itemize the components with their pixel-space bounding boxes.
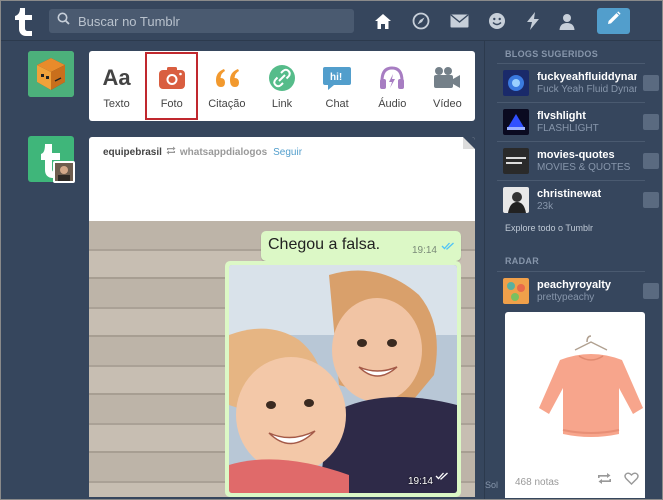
photo-read-ticks-icon: [435, 467, 449, 485]
follow-blog-button[interactable]: [643, 283, 659, 299]
tumblr-logo[interactable]: [11, 5, 37, 37]
blog-avatar: [503, 278, 529, 304]
blog-name: movies-quotes: [537, 149, 615, 161]
right-sidebar: BLOGS SUGERIDOS fuckyeahfluiddynamics Fu…: [497, 41, 663, 500]
blog-name: christinewat: [537, 188, 602, 200]
top-header: [1, 1, 661, 41]
home-icon[interactable]: [373, 11, 393, 31]
photo-message-bubble: 19:14: [225, 261, 461, 497]
link-icon: [267, 63, 297, 93]
children-photo: 19:14: [229, 265, 457, 493]
blog-avatar: [503, 187, 529, 213]
heart-icon[interactable]: [624, 472, 639, 490]
reblog-icon: [166, 146, 176, 158]
blog-avatar[interactable]: [28, 136, 75, 183]
blog-name: peachyroyalty: [537, 279, 611, 291]
user-avatar[interactable]: [28, 51, 74, 97]
mail-icon[interactable]: [449, 11, 469, 31]
reblog-source[interactable]: whatsappdialogos: [180, 147, 267, 158]
blog-subtitle: Fuck Yeah Fluid Dynamics: [537, 84, 637, 95]
compose-button[interactable]: [597, 8, 630, 34]
search-icon: [57, 12, 70, 30]
blog-name: fuckyeahfluiddynamics: [537, 71, 637, 83]
suggested-blogs-title: BLOGS SUGERIDOS: [505, 49, 599, 59]
sidebar-divider: [497, 180, 645, 181]
post-type-label: Chat: [325, 98, 349, 110]
blog-subtitle: prettypeachy: [537, 292, 595, 303]
svg-text:hi!: hi!: [330, 72, 342, 83]
blog-avatar: [503, 148, 529, 174]
post-type-link[interactable]: Link: [254, 51, 309, 121]
video-icon: [432, 63, 462, 93]
post-type-label: Texto: [103, 98, 130, 110]
post-type-label: Citação: [208, 98, 246, 110]
sweater-image: [539, 335, 643, 437]
suggested-blog-item[interactable]: fuckyeahfluiddynamics Fuck Yeah Fluid Dy…: [503, 67, 659, 99]
post-type-audio[interactable]: Áudio: [365, 51, 420, 121]
blog-avatar: [503, 109, 529, 135]
post-type-label: Vídeo: [433, 98, 462, 110]
photo-message-time: 19:14: [407, 476, 433, 487]
post-photo[interactable]: Chegou a falsa. 19:14 19:14: [89, 221, 475, 497]
blog-subtitle: FLASHLIGHT: [537, 123, 599, 134]
message-time: 19:14: [411, 245, 437, 256]
post-type-label: Link: [271, 98, 293, 110]
sidebar-divider: [497, 271, 645, 272]
follow-blog-button[interactable]: [643, 153, 659, 169]
sidebar-divider: [497, 102, 645, 103]
post-type-photo[interactable]: Foto: [144, 51, 199, 121]
post-header: equipebrasil whatsappdialogos Seguir: [103, 146, 302, 158]
blog-name: flvshlight: [537, 110, 586, 122]
follow-blog-button[interactable]: [643, 192, 659, 208]
suggested-blog-item[interactable]: movies-quotes MOVIES & QUOTES: [503, 145, 659, 177]
activity-icon[interactable]: [523, 11, 543, 31]
photo-icon: [157, 63, 187, 93]
sidebar-divider: [497, 141, 645, 142]
pencil-icon: [606, 11, 621, 31]
post-type-text[interactable]: Aa Texto: [89, 51, 144, 121]
search-bar[interactable]: [49, 9, 354, 33]
audio-icon: [377, 63, 407, 93]
notes-count: 468 notas: [515, 477, 559, 488]
emoji-icon[interactable]: [487, 11, 507, 31]
explore-link[interactable]: Explore todo o Tumblr: [505, 223, 593, 233]
post-type-bar: Aa Texto Foto Citação Link hi! Chat Áudi…: [89, 51, 475, 121]
radar-post-card[interactable]: 468 notas: [505, 312, 645, 498]
quote-icon: [212, 63, 242, 93]
sidebar-divider: [497, 63, 645, 64]
content-scroll-divider: [484, 41, 485, 500]
post-type-quote[interactable]: Citação: [199, 51, 254, 121]
explore-icon[interactable]: [411, 11, 431, 31]
suggested-blog-item[interactable]: flvshlight FLASHLIGHT: [503, 106, 659, 138]
post-card: equipebrasil whatsappdialogos Seguir Che…: [89, 137, 475, 497]
blog-avatar: [503, 70, 529, 96]
follow-blog-button[interactable]: [643, 114, 659, 130]
radar-title: RADAR: [505, 256, 539, 266]
post-author[interactable]: equipebrasil: [103, 147, 162, 158]
follow-blog-button[interactable]: [643, 75, 659, 91]
read-ticks-icon: [441, 237, 455, 255]
post-type-video[interactable]: Vídeo: [420, 51, 475, 121]
chat-icon: hi!: [322, 63, 352, 93]
post-type-chat[interactable]: hi! Chat: [310, 51, 365, 121]
message-text: Chegou a falsa.: [268, 236, 381, 253]
suggested-blog-item[interactable]: christinewat 23k: [503, 184, 659, 216]
text-icon: Aa: [102, 65, 131, 90]
message-bubble: Chegou a falsa. 19:14: [261, 231, 461, 261]
follow-link[interactable]: Seguir: [273, 147, 302, 158]
blog-subtitle: 23k: [537, 201, 554, 212]
post-type-label: Áudio: [378, 98, 407, 110]
radar-blog-item[interactable]: peachyroyalty prettypeachy: [503, 275, 659, 307]
post-type-label: Foto: [160, 98, 183, 110]
post-corner-fold: [463, 137, 475, 149]
search-input[interactable]: [78, 13, 338, 29]
reblog-icon[interactable]: [597, 472, 612, 490]
account-icon[interactable]: [557, 11, 577, 31]
reblogged-user-avatar[interactable]: [53, 161, 75, 183]
blog-subtitle: MOVIES & QUOTES: [537, 162, 631, 173]
